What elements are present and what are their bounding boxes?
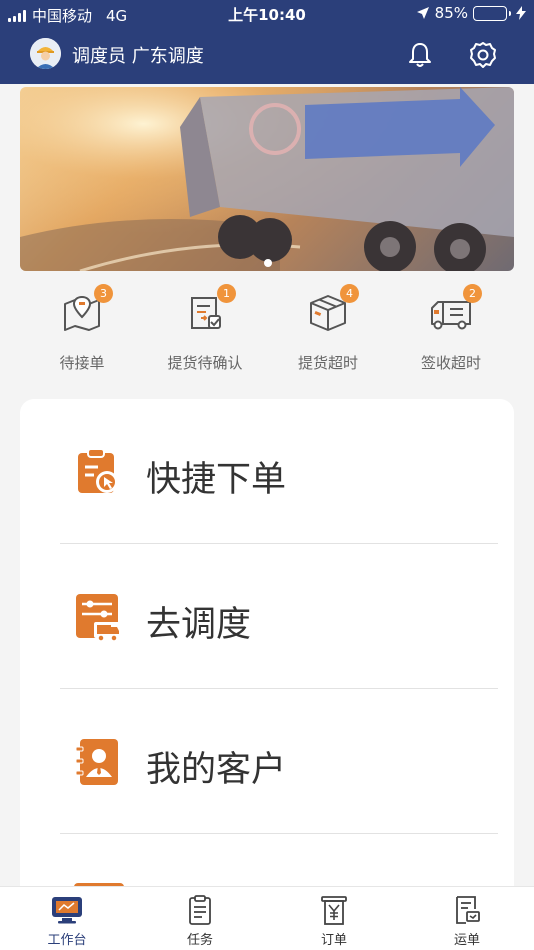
promo-banner[interactable] (20, 87, 514, 271)
battery-percent: 85% (434, 4, 468, 22)
quick-item-label: 待接单 (59, 354, 105, 372)
menu-item-label: 快捷下单 (146, 460, 287, 500)
quick-item-pending-accept[interactable]: 3 待接单 (27, 284, 137, 373)
quick-order-icon (78, 448, 118, 493)
divider (60, 833, 498, 834)
menu-item-quick-order[interactable]: 快捷下单 (60, 399, 498, 544)
tab-orders[interactable]: 订单 (294, 895, 374, 948)
badge-count: 4 (340, 284, 359, 303)
quick-item-pickup-confirm[interactable]: 1 提货待确认 (150, 284, 260, 373)
app-header: 中国移动 4G 上午10:40 85% 调度员 广东调度 (0, 0, 534, 84)
gear-icon[interactable] (468, 40, 498, 70)
tab-label: 任务 (186, 933, 213, 948)
location-arrow-icon (416, 7, 429, 19)
badge-count: 1 (217, 284, 236, 303)
title-bar: 调度员 广东调度 (0, 28, 534, 84)
menu-item-my-customers[interactable]: 我的客户 (60, 689, 498, 834)
bell-icon[interactable] (405, 40, 435, 70)
tab-label: 工作台 (47, 933, 87, 948)
charging-bolt-icon (516, 6, 526, 20)
badge-count: 2 (463, 284, 482, 303)
page-title: 调度员 广东调度 (72, 46, 204, 67)
menu-item-dispatch[interactable]: 去调度 (60, 544, 498, 689)
dispatch-icon (76, 594, 120, 642)
carousel-dot[interactable] (264, 259, 272, 267)
waybill-icon (456, 896, 480, 924)
quick-item-sign-timeout[interactable]: 2 签收超时 (396, 284, 506, 373)
tab-workbench[interactable]: 工作台 (27, 895, 107, 948)
tab-label: 运单 (453, 933, 480, 948)
quick-item-label: 提货超时 (297, 354, 358, 372)
menu-item-label: 去调度 (146, 605, 252, 645)
truck-banner-image (20, 87, 514, 271)
contacts-icon (75, 739, 118, 785)
battery-icon (473, 5, 511, 21)
tab-waybills[interactable]: 运单 (427, 895, 507, 948)
badge-count: 3 (94, 284, 113, 303)
monitor-icon (52, 897, 82, 924)
bottom-tab-bar: 工作台 任务 订单 运单 (0, 886, 534, 950)
status-bar: 中国移动 4G 上午10:40 85% (0, 0, 534, 28)
tab-label: 订单 (320, 933, 347, 948)
quick-item-pickup-timeout[interactable]: 4 提货超时 (273, 284, 383, 373)
clipboard-icon (189, 895, 211, 925)
tab-tasks[interactable]: 任务 (160, 895, 240, 948)
quick-item-label: 提货待确认 (167, 354, 243, 372)
quick-item-label: 签收超时 (420, 354, 481, 372)
menu-item-label: 我的客户 (146, 750, 287, 790)
yuan-receipt-icon (321, 896, 347, 925)
avatar[interactable] (30, 38, 61, 69)
main-menu-card: 快捷下单 去调度 我的客户 (20, 399, 514, 950)
quick-status-row: 3 待接单 1 提货待确认 4 提货超时 2 签收超时 (0, 284, 534, 380)
